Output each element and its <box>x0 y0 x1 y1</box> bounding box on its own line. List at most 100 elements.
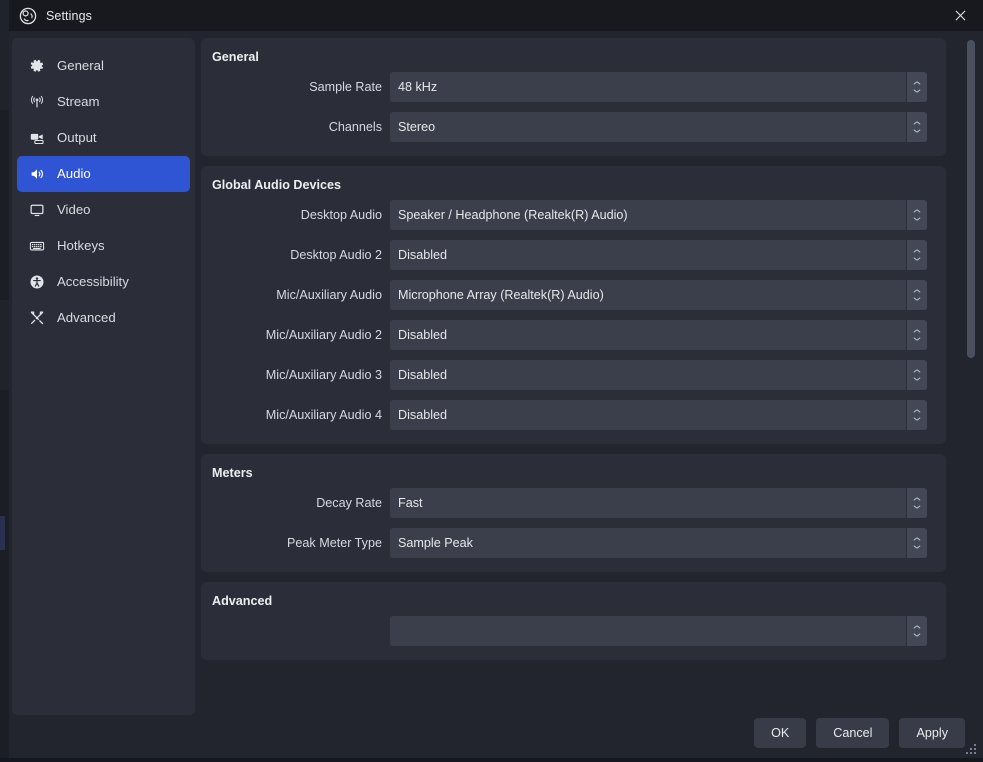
edge-segment <box>0 0 9 110</box>
sidebar-item-label: Output <box>57 130 97 146</box>
form-row-desktop-audio: Desktop Audio Speaker / Headphone (Realt… <box>201 200 946 230</box>
sample-rate-dropdown[interactable]: 48 kHz <box>390 72 927 102</box>
form-row-mic-auxiliary-audio-4: Mic/Auxiliary Audio 4 Disabled <box>201 400 946 430</box>
sidebar-item-label: Accessibility <box>57 274 129 290</box>
sidebar-item-stream[interactable]: Stream <box>17 84 190 120</box>
dropdown-value <box>390 616 906 646</box>
keyboard-icon <box>27 237 46 256</box>
form-row-peak-meter-type: Peak Meter Type Sample Peak <box>201 528 946 558</box>
chevron-updown-icon[interactable] <box>906 320 927 350</box>
row-label: Peak Meter Type <box>287 536 382 550</box>
form-row-advanced-clipped <box>201 616 946 646</box>
chevron-updown-icon[interactable] <box>906 112 927 142</box>
video-output-icon <box>27 129 46 148</box>
window-left-edge <box>0 0 9 762</box>
sidebar-item-audio[interactable]: Audio <box>17 156 190 192</box>
close-icon[interactable] <box>938 0 983 31</box>
window-bottom-edge <box>0 758 983 762</box>
advanced-dropdown[interactable] <box>390 616 927 646</box>
chevron-updown-icon[interactable] <box>906 280 927 310</box>
chevron-updown-icon[interactable] <box>906 72 927 102</box>
monitor-icon <box>27 201 46 220</box>
sidebar-item-label: General <box>57 58 104 74</box>
row-label: Mic/Auxiliary Audio 4 <box>265 408 382 422</box>
dropdown-value: Disabled <box>398 368 448 382</box>
vertical-scrollbar[interactable] <box>965 38 977 668</box>
dropdown-value: Disabled <box>398 248 448 262</box>
settings-window: Settings General Stream Output Audio Vid… <box>0 0 983 762</box>
mic-auxiliary-audio-4-dropdown[interactable]: Disabled <box>390 400 927 430</box>
chevron-updown-icon[interactable] <box>906 240 927 270</box>
settings-content: General Sample Rate 48 kHz Channels Ster… <box>201 38 946 668</box>
cancel-button[interactable]: Cancel <box>816 718 890 748</box>
chevron-updown-icon[interactable] <box>906 400 927 430</box>
scrollbar-thumb[interactable] <box>967 40 975 358</box>
settings-scroll-area[interactable]: General Sample Rate 48 kHz Channels Ster… <box>201 38 961 668</box>
sidebar-item-accessibility[interactable]: Accessibility <box>17 264 190 300</box>
desktop-audio-2-dropdown[interactable]: Disabled <box>390 240 927 270</box>
dropdown-value: Fast <box>398 496 423 510</box>
dropdown-value: Sample Peak <box>398 536 473 550</box>
section-general: General Sample Rate 48 kHz Channels Ster… <box>201 38 946 156</box>
dropdown-value: Microphone Array (Realtek(R) Audio) <box>398 288 604 302</box>
row-label: Desktop Audio <box>300 208 382 222</box>
chevron-updown-icon[interactable] <box>906 200 927 230</box>
speaker-icon <box>27 165 46 184</box>
section-title: Global Audio Devices <box>212 178 341 192</box>
sidebar-item-label: Audio <box>57 166 91 182</box>
sidebar-item-general[interactable]: General <box>17 48 190 84</box>
form-row-decay-rate: Decay Rate Fast <box>201 488 946 518</box>
dropdown-value: Speaker / Headphone (Realtek(R) Audio) <box>398 208 628 222</box>
row-label: Mic/Auxiliary Audio <box>276 288 382 302</box>
sidebar-item-label: Hotkeys <box>57 238 105 254</box>
sidebar-item-advanced[interactable]: Advanced <box>17 300 190 336</box>
peak-meter-type-dropdown[interactable]: Sample Peak <box>390 528 927 558</box>
sidebar-item-label: Advanced <box>57 310 116 326</box>
chevron-updown-icon[interactable] <box>906 616 927 646</box>
form-row-mic-auxiliary-audio: Mic/Auxiliary Audio Microphone Array (Re… <box>201 280 946 310</box>
resize-grip[interactable] <box>966 744 978 756</box>
row-label: Decay Rate <box>316 496 382 510</box>
form-row-desktop-audio-2: Desktop Audio 2 Disabled <box>201 240 946 270</box>
decay-rate-dropdown[interactable]: Fast <box>390 488 927 518</box>
sidebar-item-hotkeys[interactable]: Hotkeys <box>17 228 190 264</box>
apply-button[interactable]: Apply <box>899 718 965 748</box>
form-row-mic-auxiliary-audio-2: Mic/Auxiliary Audio 2 Disabled <box>201 320 946 350</box>
form-row-sample-rate: Sample Rate 48 kHz <box>201 72 946 102</box>
mic-auxiliary-audio-dropdown[interactable]: Microphone Array (Realtek(R) Audio) <box>390 280 927 310</box>
dropdown-value: Stereo <box>398 120 436 134</box>
mic-auxiliary-audio-3-dropdown[interactable]: Disabled <box>390 360 927 390</box>
sidebar-item-label: Stream <box>57 94 100 110</box>
broadcast-icon <box>27 93 46 112</box>
obs-logo-icon <box>19 7 37 25</box>
sidebar-item-label: Video <box>57 202 91 218</box>
row-label: Channels <box>328 120 382 134</box>
row-label: Mic/Auxiliary Audio 3 <box>265 368 382 382</box>
channels-dropdown[interactable]: Stereo <box>390 112 927 142</box>
sidebar-item-output[interactable]: Output <box>17 120 190 156</box>
row-label: Desktop Audio 2 <box>290 248 382 262</box>
desktop-audio-dropdown[interactable]: Speaker / Headphone (Realtek(R) Audio) <box>390 200 927 230</box>
window-body: General Stream Output Audio Video Hotkey… <box>9 31 983 758</box>
window-title: Settings <box>46 8 92 23</box>
chevron-updown-icon[interactable] <box>906 360 927 390</box>
form-row-channels: Channels Stereo <box>201 112 946 142</box>
row-label: Mic/Auxiliary Audio 2 <box>265 328 382 342</box>
gear-icon <box>27 57 46 76</box>
chevron-updown-icon[interactable] <box>906 528 927 558</box>
dropdown-value: Disabled <box>398 328 448 342</box>
section-meters: Meters Decay Rate Fast Peak Meter Type S… <box>201 454 946 572</box>
sidebar-item-video[interactable]: Video <box>17 192 190 228</box>
section-title: Meters <box>212 466 253 480</box>
accessibility-icon <box>27 273 46 292</box>
ok-button[interactable]: OK <box>754 718 807 748</box>
form-row-mic-auxiliary-audio-3: Mic/Auxiliary Audio 3 Disabled <box>201 360 946 390</box>
section-advanced: Advanced <box>201 582 946 660</box>
edge-highlight <box>0 516 5 550</box>
chevron-updown-icon[interactable] <box>906 488 927 518</box>
title-bar: Settings <box>9 0 983 31</box>
mic-auxiliary-audio-2-dropdown[interactable]: Disabled <box>390 320 927 350</box>
dialog-buttons: OK Cancel Apply <box>754 718 965 748</box>
section-title: General <box>212 50 259 64</box>
settings-sidebar: General Stream Output Audio Video Hotkey… <box>12 38 195 715</box>
